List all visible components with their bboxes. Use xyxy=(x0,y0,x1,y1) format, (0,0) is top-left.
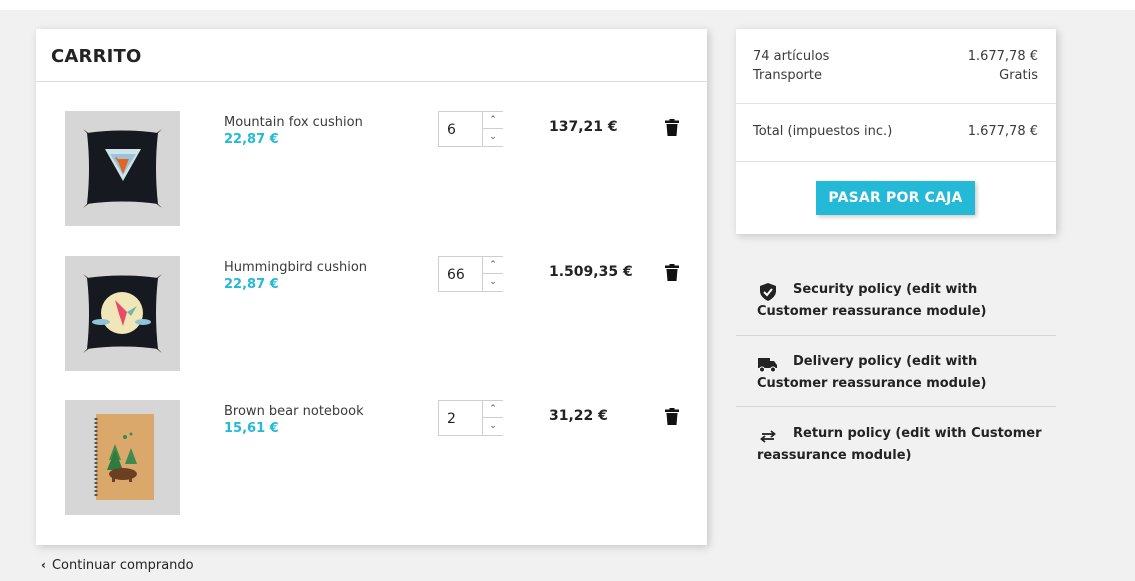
bear-notebook-image[interactable] xyxy=(65,400,180,515)
cart-title: CARRITO xyxy=(51,46,142,67)
reassurance-text: Security policy (edit with Customer reas… xyxy=(757,282,987,319)
trash-icon[interactable] xyxy=(665,264,679,281)
quantity-stepper[interactable]: 6 ⌃ ⌄ xyxy=(438,111,503,147)
reassurance-item-return: Return policy (edit with Customer reassu… xyxy=(736,418,1056,490)
cart-card: CARRITO Mountain fox cushion 22,87 € 6 ⌃… xyxy=(36,29,707,545)
product-name[interactable]: Hummingbird cushion xyxy=(224,260,367,275)
chevron-down-icon[interactable]: ⌄ xyxy=(482,274,503,291)
continue-shopping-label: Continuar comprando xyxy=(51,558,194,573)
reassurance-text: Delivery policy (edit with Customer reas… xyxy=(757,354,987,391)
summary-shipping-value: Gratis xyxy=(999,68,1038,83)
line-total: 1.509,35 € xyxy=(549,264,633,280)
product-unit-price: 15,61 € xyxy=(224,421,279,436)
quantity-input[interactable]: 6 xyxy=(447,122,456,138)
fox-cushion-image[interactable] xyxy=(65,111,180,226)
hummingbird-cushion-image[interactable] xyxy=(65,256,180,371)
trash-icon[interactable] xyxy=(665,119,679,136)
chevron-down-icon[interactable]: ⌄ xyxy=(482,418,503,435)
summary-items-label: 74 artículos xyxy=(753,49,830,64)
chevron-left-icon: ‹ xyxy=(41,558,46,572)
divider xyxy=(736,161,1056,162)
checkout-button[interactable]: PASAR POR CAJA xyxy=(816,181,975,215)
divider xyxy=(736,103,1056,104)
summary-items-value: 1.677,78 € xyxy=(967,49,1038,64)
chevron-up-icon[interactable]: ⌃ xyxy=(482,112,503,129)
quantity-stepper[interactable]: 2 ⌃ ⌄ xyxy=(438,400,503,436)
line-total: 137,21 € xyxy=(549,119,618,135)
cart-item: Brown bear notebook 15,61 € 2 ⌃ ⌄ 31,22 … xyxy=(36,400,707,518)
product-name[interactable]: Mountain fox cushion xyxy=(224,115,363,130)
quantity-stepper[interactable]: 66 ⌃ ⌄ xyxy=(438,256,503,292)
line-total: 31,22 € xyxy=(549,408,608,424)
summary-total-value: 1.677,78 € xyxy=(967,124,1038,139)
cart-summary-card: 74 artículos 1.677,78 € Transporte Grati… xyxy=(736,29,1056,234)
product-unit-price: 22,87 € xyxy=(224,132,279,147)
quantity-input[interactable]: 2 xyxy=(447,411,456,427)
chevron-up-icon[interactable]: ⌃ xyxy=(482,401,503,418)
summary-total-label: Total (impuestos inc.) xyxy=(753,124,893,139)
product-name[interactable]: Brown bear notebook xyxy=(224,404,364,419)
summary-shipping-label: Transporte xyxy=(753,68,822,83)
chevron-down-icon[interactable]: ⌄ xyxy=(482,129,503,146)
cart-item: Hummingbird cushion 22,87 € 66 ⌃ ⌄ 1.509… xyxy=(36,256,707,374)
divider xyxy=(36,81,707,82)
reassurance-item-delivery: Delivery policy (edit with Customer reas… xyxy=(736,346,1056,418)
cart-item: Mountain fox cushion 22,87 € 6 ⌃ ⌄ 137,2… xyxy=(36,111,707,229)
quantity-input[interactable]: 66 xyxy=(447,267,465,283)
trash-icon[interactable] xyxy=(665,408,679,425)
reassurance-text: Return policy (edit with Customer reassu… xyxy=(757,426,1042,463)
continue-shopping-link[interactable]: ‹ Continuar comprando xyxy=(41,558,194,573)
product-unit-price: 22,87 € xyxy=(224,277,279,292)
divider xyxy=(736,406,1056,407)
divider xyxy=(736,335,1056,336)
chevron-up-icon[interactable]: ⌃ xyxy=(482,257,503,274)
